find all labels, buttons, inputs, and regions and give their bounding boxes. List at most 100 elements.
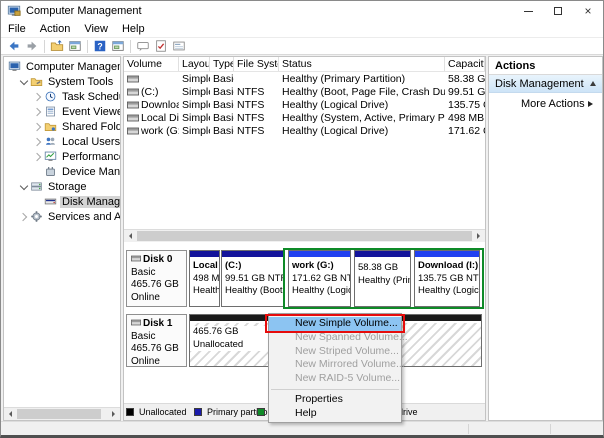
scrollbar-thumb[interactable] — [17, 409, 101, 419]
menu-item-help[interactable]: Help — [269, 407, 401, 421]
split-horizontal-scrollbar[interactable] — [124, 229, 485, 242]
disk1-label[interactable]: Disk 1 Basic 465.76 GB Online — [126, 314, 187, 367]
menu-bar: File Action View Help — [1, 21, 603, 37]
tree-item-services-and-applications[interactable]: Services and Applications — [4, 209, 120, 224]
forward-icon[interactable] — [23, 38, 41, 54]
tree-horizontal-scrollbar[interactable] — [4, 407, 120, 420]
volume-list: Volume Layout Type File System Status Ca… — [124, 57, 485, 229]
logical-drive-bar — [289, 251, 350, 258]
tree-item-local-users-and-groups[interactable]: Local Users and Groups — [4, 134, 120, 149]
callout-icon[interactable] — [134, 38, 152, 54]
disk0-label[interactable]: Disk 0 Basic 465.76 GB Online — [126, 250, 187, 307]
scroll-left-icon[interactable] — [124, 230, 137, 242]
primary-partition-bar — [355, 251, 410, 258]
tree-item-shared-folders[interactable]: Shared Folders — [4, 119, 120, 134]
disk-icon — [131, 255, 141, 262]
title-bar: Computer Management × — [1, 1, 603, 21]
partition-download-i[interactable]: Download (I:)135.75 GB NTFSHealthy (Logi… — [414, 250, 480, 307]
volume-row[interactable]: Simple Basic Healthy (Primary Partition)… — [124, 72, 485, 85]
close-button[interactable]: × — [573, 1, 603, 21]
scrollbar-thumb[interactable] — [137, 231, 472, 241]
toolbar: ? — [1, 37, 603, 55]
column-header-type[interactable]: Type — [210, 57, 234, 71]
partition-58gb[interactable]: 58.38 GBHealthy (Primar — [354, 250, 411, 307]
more-actions-item[interactable]: More Actions — [489, 93, 602, 113]
menu-view[interactable]: View — [77, 23, 115, 35]
disk-icon — [131, 319, 141, 326]
column-header-volume[interactable]: Volume — [124, 57, 179, 71]
console-window-icon[interactable] — [109, 38, 127, 54]
tree-item-computer-management[interactable]: Computer Management (Local — [4, 59, 120, 74]
legend-label: Unallocated — [139, 407, 187, 417]
report-check-icon[interactable] — [152, 38, 170, 54]
toolbar-separator — [44, 39, 45, 53]
tree-item-performance[interactable]: Performance — [4, 149, 120, 164]
volume-row[interactable]: Local Disk (F:) Simple Basic NTFS Health… — [124, 111, 485, 124]
expand-chevron-icon[interactable] — [33, 107, 43, 117]
menu-item-new-striped-volume[interactable]: New Striped Volume... — [269, 345, 401, 359]
disk-management-icon — [44, 198, 57, 205]
collapse-chevron-icon[interactable] — [19, 182, 29, 192]
actions-section-disk-management[interactable]: Disk Management — [489, 75, 602, 93]
tree-item-event-viewer[interactable]: Event Viewer — [4, 104, 120, 119]
minimize-button[interactable] — [513, 1, 543, 21]
volume-row[interactable]: work (G:) Simple Basic NTFS Healthy (Log… — [124, 124, 485, 137]
export-folder-icon[interactable] — [48, 38, 66, 54]
computer-icon — [8, 61, 21, 71]
window-title: Computer Management — [26, 5, 142, 17]
tree-item-storage[interactable]: Storage — [4, 179, 120, 194]
tree-item-disk-management[interactable]: Disk Management — [4, 194, 120, 209]
menu-item-new-mirrored-volume[interactable]: New Mirrored Volume... — [269, 358, 405, 372]
column-header-layout[interactable]: Layout — [179, 57, 210, 71]
scroll-left-icon[interactable] — [4, 408, 17, 420]
menu-action[interactable]: Action — [33, 23, 78, 35]
toolbar-separator — [87, 39, 88, 53]
disk0-row: Disk 0 Basic 465.76 GB Online Local D498… — [124, 248, 485, 309]
maximize-button[interactable] — [543, 1, 573, 21]
menu-item-new-raid5-volume[interactable]: New RAID-5 Volume... — [269, 372, 401, 386]
status-divider — [550, 424, 551, 434]
storage-icon — [31, 182, 42, 191]
tree-item-system-tools[interactable]: System Tools — [4, 74, 120, 89]
back-icon[interactable] — [5, 38, 23, 54]
volume-list-header: Volume Layout Type File System Status Ca… — [124, 57, 485, 72]
shared-folders-icon — [44, 123, 57, 131]
unallocated-legend-swatch — [126, 408, 134, 416]
status-bar — [1, 421, 603, 435]
help-icon[interactable]: ? — [91, 38, 109, 54]
partition-work-g[interactable]: work (G:)171.62 GB NTFSHealthy (Logical … — [288, 250, 351, 307]
expand-chevron-icon[interactable] — [33, 152, 43, 162]
primary-partition-legend-swatch — [194, 408, 202, 416]
menu-item-properties[interactable]: Properties — [269, 393, 401, 407]
tree-item-device-manager[interactable]: Device Manager — [4, 164, 120, 179]
computer-management-window: Computer Management × File Action View H… — [0, 0, 604, 438]
toolbar-separator — [130, 39, 131, 53]
device-manager-icon — [46, 167, 55, 176]
menu-file[interactable]: File — [1, 23, 33, 35]
tree-item-task-scheduler[interactable]: Task Scheduler — [4, 89, 120, 104]
volume-icon — [127, 101, 139, 108]
volume-icon — [127, 127, 139, 134]
volume-row[interactable]: (C:) Simple Basic NTFS Healthy (Boot, Pa… — [124, 85, 485, 98]
column-header-capacity[interactable]: Capacity — [445, 57, 485, 71]
partition-c[interactable]: (C:)99.51 GB NTFSHealthy (Boot, Pa — [221, 250, 284, 307]
collapse-up-icon[interactable] — [590, 78, 596, 86]
column-header-status[interactable]: Status — [279, 57, 445, 71]
expand-chevron-icon[interactable] — [33, 122, 43, 132]
menu-help[interactable]: Help — [115, 23, 152, 35]
volume-row[interactable]: Download (I:) Simple Basic NTFS Healthy … — [124, 98, 485, 111]
collapse-chevron-icon[interactable] — [19, 77, 29, 87]
expand-chevron-icon[interactable] — [33, 137, 43, 147]
scroll-right-icon[interactable] — [107, 408, 120, 420]
expand-chevron-icon[interactable] — [19, 212, 29, 222]
properties-form-icon[interactable] — [170, 38, 188, 54]
scroll-right-icon[interactable] — [472, 230, 485, 242]
partition-local-disk-f[interactable]: Local D498 MBHealthy — [189, 250, 220, 307]
event-viewer-icon — [46, 106, 55, 117]
console-window-icon[interactable] — [66, 38, 84, 54]
status-divider — [468, 424, 469, 434]
column-header-file-system[interactable]: File System — [234, 57, 279, 71]
menu-separator — [271, 388, 399, 390]
expand-chevron-icon[interactable] — [33, 92, 43, 102]
